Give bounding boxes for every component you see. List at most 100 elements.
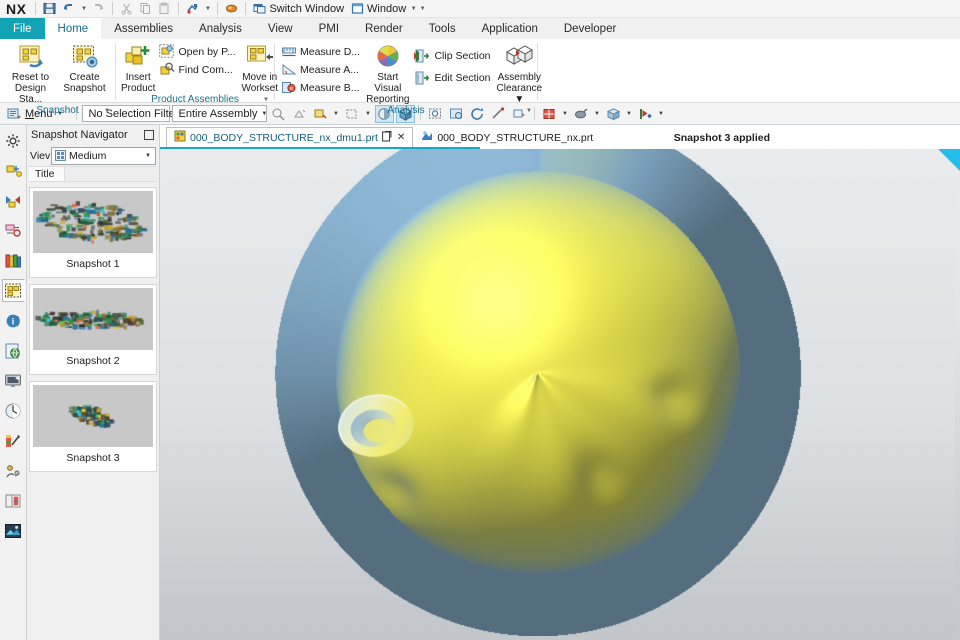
ribbon-tab-label: Application <box>481 22 538 35</box>
ribbon-tab-label: Tools <box>428 22 456 35</box>
assembly-clearance-button[interactable]: Assembly Clearance ▼ <box>497 42 542 105</box>
graphics-viewport[interactable] <box>160 149 960 640</box>
ribbon-tab-label: File <box>13 22 32 35</box>
file-tab-1[interactable]: 000_BODY_STRUCTURE_nx.prt <box>413 127 601 147</box>
ribbon-tab-view[interactable]: View <box>255 18 306 39</box>
ribbon-tab-analysis[interactable]: Analysis <box>186 18 255 39</box>
status-message: Snapshot 3 applied <box>673 132 770 144</box>
ribbon-tab-assemblies[interactable]: Assemblies <box>101 18 186 39</box>
view-orientation-dropdown-icon[interactable]: ▼ <box>625 111 634 117</box>
grid-style-dropdown-icon[interactable]: ▼ <box>561 111 570 117</box>
edit-section-button[interactable]: Edit Section <box>412 69 493 86</box>
measure-angle-label: Measure A... <box>300 63 359 76</box>
ribbon-tab-developer[interactable]: Developer <box>551 18 629 39</box>
ribbon-tab-pmi[interactable]: PMI <box>306 18 352 39</box>
render-style-icon[interactable] <box>572 105 591 123</box>
nx-logo: NX <box>6 0 27 17</box>
ribbon-tab-file[interactable]: File <box>0 18 45 39</box>
redo-icon <box>90 1 107 17</box>
analysis-group-dropdown-icon[interactable]: ▼ <box>526 108 532 114</box>
view-orientation-icon[interactable] <box>604 105 623 123</box>
divider <box>178 2 180 15</box>
switch-window-button[interactable]: Switch Window <box>251 1 347 17</box>
measure-distance-button[interactable]: Measure D... <box>280 43 363 60</box>
open-by-proximity-label: Open by P... <box>178 45 236 58</box>
ribbon-tab-home[interactable]: Home <box>44 18 102 39</box>
move-in-workset-label: Move in Workset <box>241 72 278 94</box>
insert-product-button[interactable]: Insert Product <box>121 42 155 94</box>
toolbar-overflow-icon[interactable]: ▼ <box>418 6 427 12</box>
switch-window-icon <box>251 1 268 17</box>
column-title[interactable]: Title <box>29 167 65 181</box>
snapshot-caption: Snapshot 2 <box>66 355 120 367</box>
snapshot-list[interactable]: Snapshot 1 Snapshot 2 Snapshot 3 <box>27 182 159 640</box>
measure-body-button[interactable]: e Measure B... <box>280 79 363 96</box>
nx-application-window: NX ▼ ▼ Switch Window Window ▼ ▼ File Hom… <box>0 0 960 640</box>
ribbon-tab-render[interactable]: Render <box>352 18 416 39</box>
measure-angle-icon <box>282 64 297 75</box>
ribbon-tab-label: Developer <box>563 22 617 35</box>
ribbon-group-snapshot-label: Snapshot ▼ <box>0 105 115 116</box>
ribbon-tab-application[interactable]: Application <box>469 18 551 39</box>
start-visual-reporting-button[interactable]: Start Visual Reporting <box>366 42 409 105</box>
selection-scope-dropdown[interactable]: Entire Assembly ▼ <box>171 105 267 122</box>
cut-icon <box>118 1 135 17</box>
background-color-dropdown-icon[interactable]: ▼ <box>657 111 666 117</box>
ribbon-tab-label: Assemblies <box>114 22 174 35</box>
window-menu-button[interactable]: Window ▼ ▼ <box>349 1 427 17</box>
open-by-proximity-icon <box>159 44 175 58</box>
product-assemblies-group-dropdown-icon[interactable]: ▼ <box>263 97 269 103</box>
clip-section-label: Clip Section <box>434 49 491 62</box>
constraint-navigator-icon[interactable] <box>2 189 25 212</box>
selection-scope-value: Entire Assembly <box>178 107 258 120</box>
model-3d-view[interactable] <box>160 149 955 636</box>
snapshot-navigator-panel: Snapshot Navigator Viev Medium ▼ Title S… <box>27 125 160 640</box>
background-color-icon[interactable] <box>636 105 655 123</box>
open-by-proximity-button[interactable]: Open by P... <box>158 43 238 60</box>
motion-navigator-icon[interactable] <box>2 429 25 452</box>
snapshot-navigator-icon[interactable] <box>1 279 25 302</box>
reset-to-design-state-button[interactable]: Reset to Design Sta... <box>5 42 56 105</box>
paste-icon <box>156 1 173 17</box>
window-dropdown-icon[interactable]: ▼ <box>409 6 418 12</box>
save-icon[interactable] <box>41 1 58 17</box>
process-studio-icon[interactable] <box>2 519 25 542</box>
reuse-library-icon[interactable] <box>2 249 25 272</box>
roles-icon[interactable] <box>2 459 25 482</box>
undo-dropdown-icon[interactable]: ▼ <box>79 6 88 12</box>
measure-distance-label: Measure D... <box>300 45 361 58</box>
ribbon-tab-bar: File Home Assemblies Analysis View PMI Render T… <box>0 18 960 39</box>
gear-icon[interactable] <box>2 129 25 152</box>
clip-section-button[interactable]: Clip Section <box>412 47 493 64</box>
snapshot-group-dropdown-icon[interactable]: ▼ <box>104 108 110 114</box>
render-style-dropdown-icon[interactable]: ▼ <box>593 111 602 117</box>
part-dmu-icon <box>174 130 186 145</box>
create-snapshot-button[interactable]: Create Snapshot <box>59 42 110 94</box>
paste-special-icon[interactable] <box>184 1 201 17</box>
history-icon[interactable] <box>2 369 25 392</box>
file-tab-2[interactable]: 000_BODY_STRUCTURE_nx_dmu1.prt ✕ <box>166 127 414 147</box>
measure-angle-button[interactable]: Measure A... <box>280 61 363 78</box>
auto-hide-pin-icon[interactable] <box>144 130 154 140</box>
snapshot-item[interactable]: Snapshot 1 <box>29 187 157 278</box>
undo-icon[interactable] <box>60 1 77 17</box>
scene-icon[interactable] <box>2 489 25 512</box>
snapshot-item[interactable]: Snapshot 2 <box>29 284 157 375</box>
move-in-workset-button[interactable]: Move in Workset <box>241 42 278 94</box>
web-browser-icon[interactable] <box>2 339 25 362</box>
snapshot-item[interactable]: Snapshot 3 <box>29 381 157 472</box>
find-component-button[interactable]: Find Com... <box>158 61 238 78</box>
paste-special-dropdown-icon[interactable]: ▼ <box>203 6 212 12</box>
assembly-navigator-icon[interactable] <box>2 159 25 182</box>
undo-history-icon[interactable] <box>223 1 240 17</box>
grid-style-icon[interactable] <box>540 105 559 123</box>
snapshot-caption: Snapshot 1 <box>66 258 120 270</box>
system-materials-icon[interactable] <box>2 399 25 422</box>
svg-text:i: i <box>12 316 15 326</box>
ribbon-group-analysis-label: Analysis ▼ <box>275 105 537 116</box>
ribbon-tab-tools[interactable]: Tools <box>416 18 469 39</box>
close-icon[interactable]: ✕ <box>396 132 405 143</box>
hd3d-tools-icon[interactable]: i <box>2 309 25 332</box>
part-navigator-icon[interactable] <box>2 219 25 242</box>
view-size-dropdown[interactable]: Medium ▼ <box>51 146 156 165</box>
